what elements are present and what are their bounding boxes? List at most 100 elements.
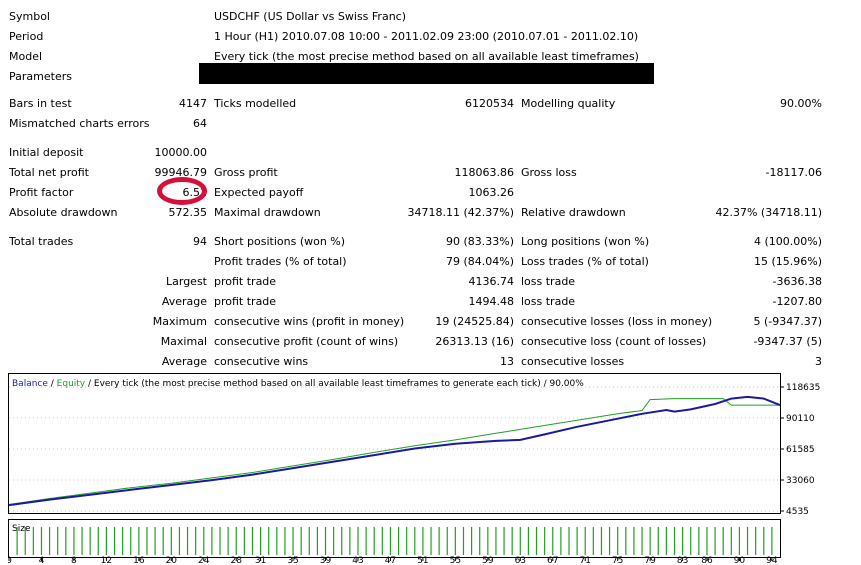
average-loss-label: loss trade — [521, 295, 576, 308]
total-trades-value: 94 — [193, 235, 207, 248]
average-profit-label: profit trade — [214, 295, 277, 308]
max-cons-losses-label: consecutive losses (loss in money) — [521, 315, 713, 328]
x-tick-label: 0 — [8, 556, 12, 563]
x-tick-label: 83 — [677, 556, 688, 563]
max-cons-wins-label: consecutive wins (profit in money) — [214, 315, 405, 328]
long-positions-label: Long positions (won %) — [521, 235, 650, 248]
y-tick-label: 118635 — [786, 383, 820, 393]
modelling-quality-label: Modelling quality — [521, 97, 616, 110]
x-tick-label: 12 — [101, 556, 112, 563]
average2-label: Average — [161, 355, 207, 368]
volume-plot-frame — [8, 519, 781, 558]
y-tick-label: 61585 — [786, 445, 815, 455]
x-tick-label: 79 — [644, 556, 656, 563]
x-tick-label: 55 — [450, 556, 461, 563]
period-label: Period — [9, 30, 44, 43]
absolute-drawdown-value: 572.35 — [168, 206, 208, 219]
initial-deposit-label: Initial deposit — [9, 146, 84, 159]
x-tick-label: 63 — [515, 556, 526, 563]
modelling-quality-value: 90.00% — [780, 97, 822, 110]
x-tick-label: 47 — [385, 556, 396, 563]
gross-loss-value: -18117.06 — [765, 166, 822, 179]
gross-profit-label: Gross profit — [214, 166, 278, 179]
long-positions-value: 4 (100.00%) — [753, 235, 822, 248]
volume-label: Size — [12, 524, 31, 534]
avg-cons-losses-value: 3 — [815, 355, 822, 368]
avg-cons-losses-label: consecutive losses — [521, 355, 625, 368]
largest-profit-value: 4136.74 — [468, 275, 515, 288]
x-tick-label: 59 — [482, 556, 494, 563]
largest-loss-value: -3636.38 — [772, 275, 822, 288]
x-tick-label: 90 — [734, 556, 746, 563]
profit-factor-label: Profit factor — [9, 186, 74, 199]
maximal-cons-loss-label: consecutive loss (count of losses) — [521, 335, 707, 348]
symbol-label: Symbol — [9, 10, 50, 23]
maximal-cons-profit-label: consecutive profit (count of wins) — [214, 335, 399, 348]
average-profit-value: 1494.48 — [468, 295, 515, 308]
short-positions-value: 90 (83.33%) — [445, 235, 514, 248]
x-tick-label: 20 — [166, 556, 178, 563]
initial-deposit-value: 10000.00 — [154, 146, 208, 159]
absolute-drawdown-label: Absolute drawdown — [9, 206, 118, 219]
relative-drawdown-label: Relative drawdown — [521, 206, 626, 219]
loss-trades-label: Loss trades (% of total) — [521, 255, 649, 268]
parameters-label: Parameters — [9, 70, 72, 83]
mismatched-label: Mismatched charts errors — [9, 117, 150, 130]
average-label: Average — [161, 295, 207, 308]
highlight-circle — [157, 177, 207, 205]
balance-chart: Balance / Equity / Every tick (the most … — [8, 373, 820, 563]
maximum-label: Maximum — [152, 315, 207, 328]
x-tick-label: 51 — [417, 556, 428, 563]
x-tick-label: 39 — [320, 556, 332, 563]
profit-trades-label: Profit trades (% of total) — [214, 255, 347, 268]
short-positions-label: Short positions (won %) — [214, 235, 346, 248]
x-tick-label: 8 — [71, 556, 77, 563]
maximal-cons-loss-value: -9347.37 (5) — [753, 335, 822, 348]
x-tick-label: 31 — [255, 556, 266, 563]
avg-cons-wins-label: consecutive wins — [214, 355, 309, 368]
x-tick-label: 75 — [612, 556, 623, 563]
maximal-cons-profit-value: 26313.13 (16) — [435, 335, 514, 348]
x-tick-label: 16 — [133, 556, 145, 563]
maximal-drawdown-label: Maximal drawdown — [214, 206, 321, 219]
expected-payoff-value: 1063.26 — [468, 186, 515, 199]
model-label: Model — [9, 50, 43, 63]
symbol-value: USDCHF (US Dollar vs Swiss Franc) — [214, 10, 407, 23]
average-loss-value: -1207.80 — [772, 295, 822, 308]
y-tick-label: 33060 — [786, 476, 815, 486]
x-tick-label: 24 — [198, 556, 210, 563]
bars-in-test-value: 4147 — [179, 97, 207, 110]
max-cons-losses-value: 5 (-9347.37) — [753, 315, 822, 328]
period-value: 1 Hour (H1) 2010.07.08 10:00 - 2011.02.0… — [214, 30, 639, 43]
x-tick-label: 28 — [231, 556, 243, 563]
total-trades-label: Total trades — [9, 235, 74, 248]
x-tick-label: 67 — [547, 556, 558, 563]
x-tick-label: 86 — [701, 556, 713, 563]
largest-label: Largest — [166, 275, 207, 288]
loss-trades-value: 15 (15.96%) — [753, 255, 822, 268]
ticks-modelled-label: Ticks modelled — [214, 97, 297, 110]
ticks-modelled-value: 6120534 — [465, 97, 514, 110]
y-tick-label: 4535 — [786, 507, 809, 517]
x-tick-label: 4 — [39, 556, 45, 563]
model-value: Every tick (the most precise method base… — [214, 50, 639, 63]
main-plot-frame — [8, 373, 781, 514]
x-tick-label: 35 — [287, 556, 298, 563]
x-tick-label: 43 — [352, 556, 363, 563]
max-cons-wins-value: 19 (24525.84) — [435, 315, 514, 328]
x-tick-label: 94 — [766, 556, 778, 563]
maximal-drawdown-value: 34718.11 (42.37%) — [407, 206, 514, 219]
mismatched-value: 64 — [193, 117, 207, 130]
parameters-redaction — [199, 63, 654, 84]
largest-loss-label: loss trade — [521, 275, 576, 288]
x-tick-label: 71 — [579, 556, 590, 563]
maximal-label: Maximal — [160, 335, 207, 348]
bars-in-test-label: Bars in test — [9, 97, 72, 110]
largest-profit-label: profit trade — [214, 275, 277, 288]
gross-profit-value: 118063.86 — [454, 166, 515, 179]
total-net-profit-label: Total net profit — [9, 166, 89, 179]
profit-trades-value: 79 (84.04%) — [445, 255, 514, 268]
gross-loss-label: Gross loss — [521, 166, 577, 179]
relative-drawdown-value: 42.37% (34718.11) — [715, 206, 822, 219]
expected-payoff-label: Expected payoff — [214, 186, 304, 199]
